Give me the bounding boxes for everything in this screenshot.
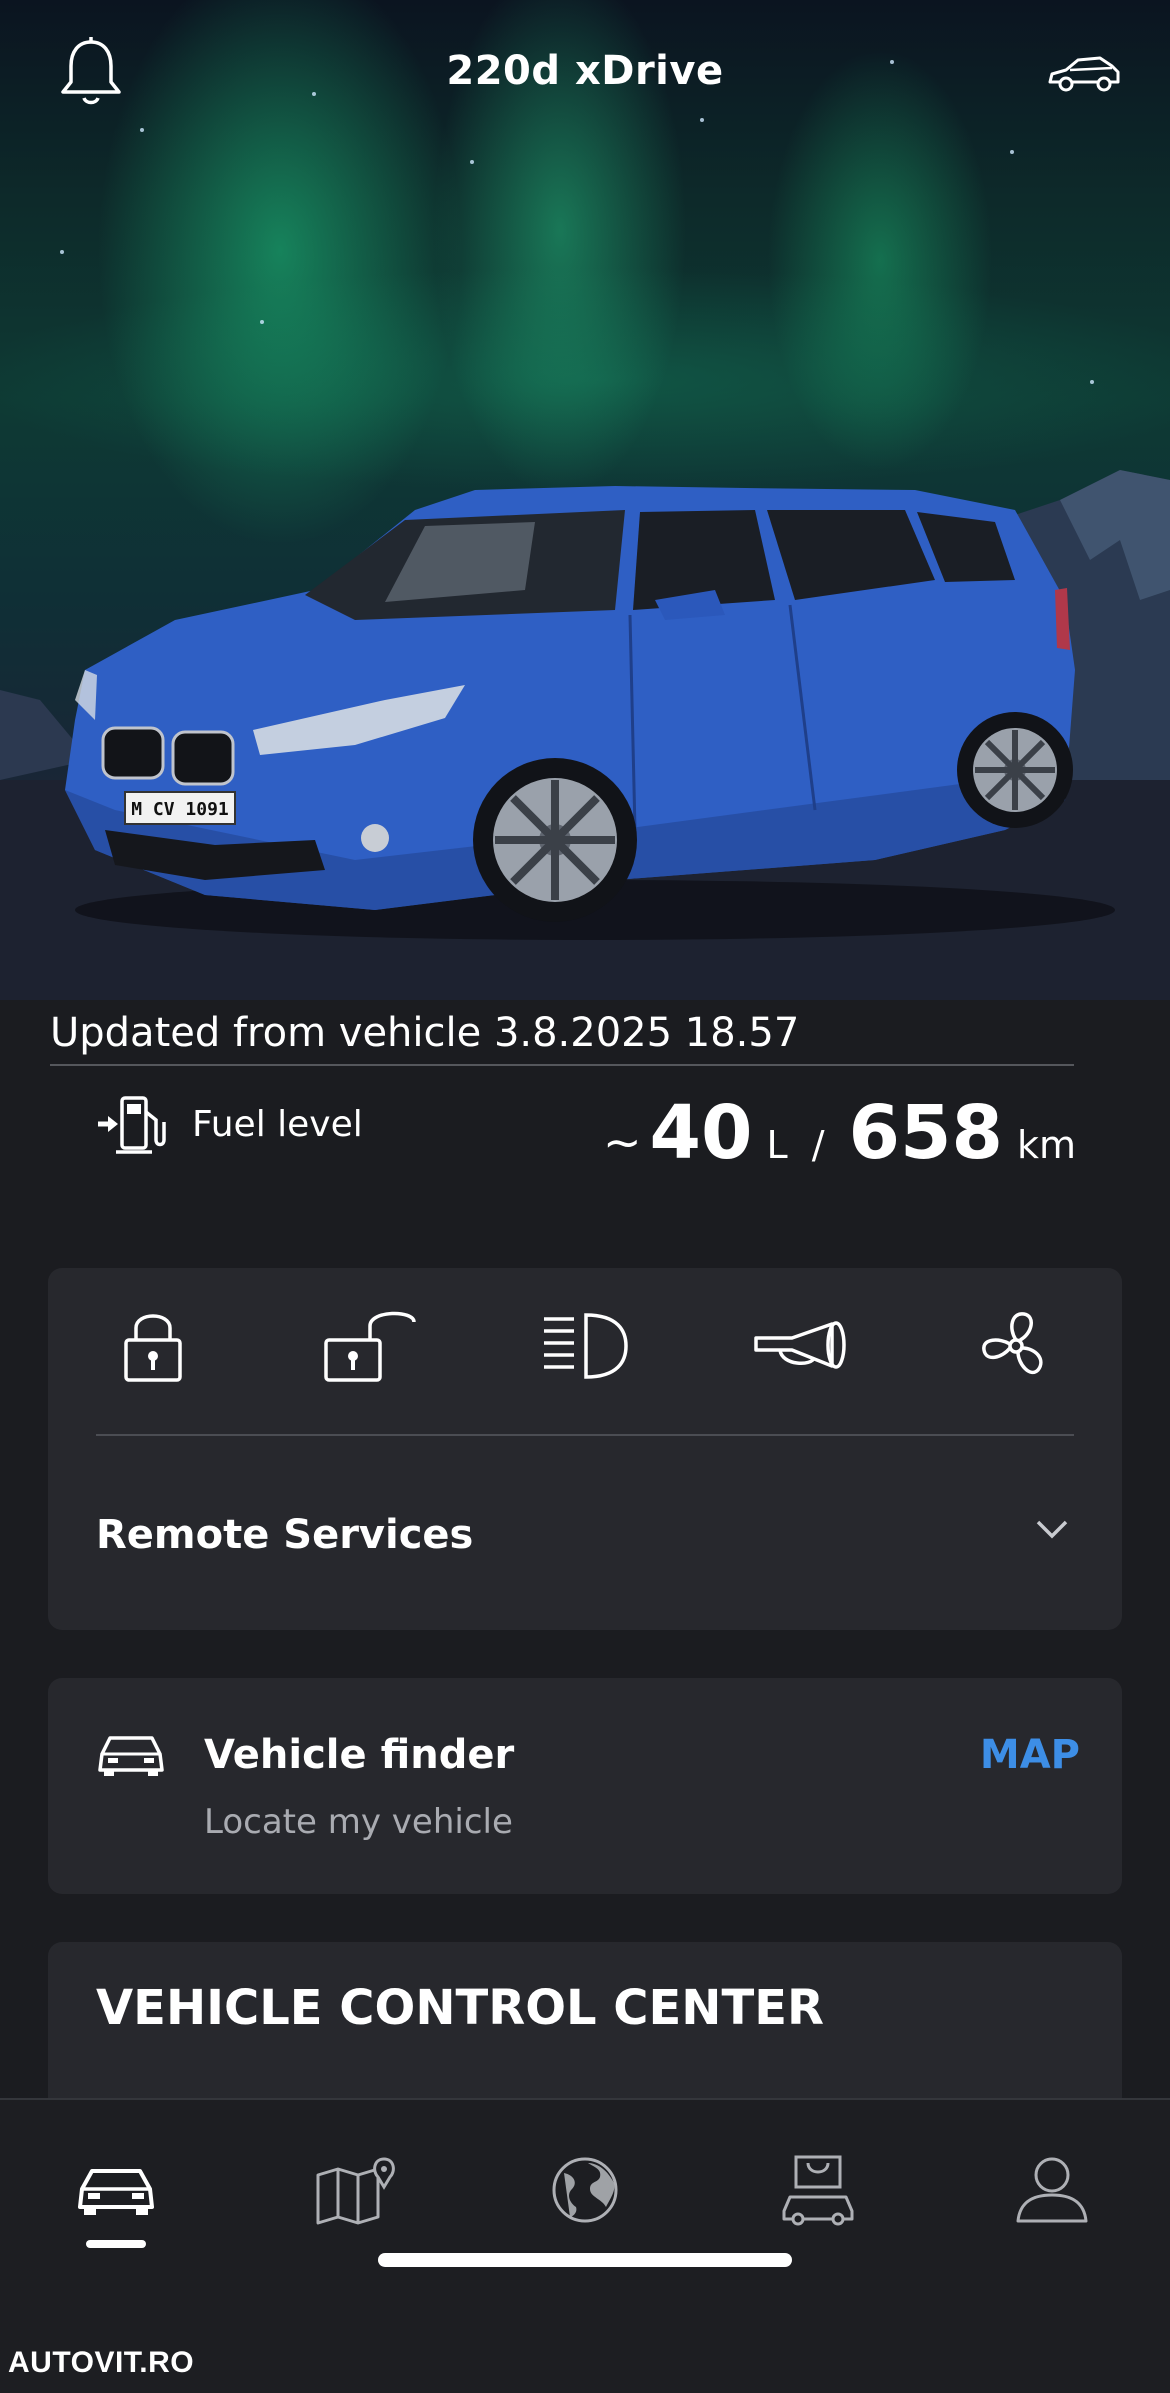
fuel-level-row: Fuel level ~ 40 L / 658 km (96, 1090, 1076, 1176)
headlight-icon (544, 1313, 628, 1379)
lock-icon (124, 1314, 182, 1382)
range-amount: 658 (848, 1090, 1003, 1176)
vehicle-image: M CV 1091 (65, 486, 1115, 940)
fuel-amount: 40 (649, 1090, 753, 1176)
profile-icon (1016, 2157, 1088, 2223)
vehicle-finder-subtitle: Locate my vehicle (204, 1802, 513, 1842)
horn-icon (754, 1321, 846, 1369)
map-pin-icon (316, 2157, 395, 2225)
nav-explore[interactable] (525, 2150, 645, 2230)
lock-button[interactable] (103, 1306, 203, 1386)
active-tab-indicator (86, 2240, 146, 2248)
remote-services-title[interactable]: Remote Services (96, 1512, 473, 1558)
unlock-icon (324, 1311, 416, 1382)
top-bar: 220d xDrive (0, 0, 1170, 150)
car-outline-icon[interactable] (1046, 52, 1122, 96)
remote-services-actions (48, 1306, 1122, 1386)
vehicle-control-center-title: VEHICLE CONTROL CENTER (96, 1980, 824, 2036)
nav-profile[interactable] (992, 2150, 1112, 2230)
fuel-level-label: Fuel level (192, 1104, 363, 1145)
vehicle-title: 220d xDrive (446, 48, 724, 94)
divider (50, 1064, 1074, 1066)
vehicle-finder-title: Vehicle finder (204, 1732, 515, 1778)
fuel-values: ~ 40 L / 658 km (603, 1090, 1076, 1176)
approx-sign: ~ (602, 1115, 642, 1169)
horn-button[interactable] (750, 1306, 850, 1386)
watermark-text: AUTOVIT.RO (8, 2346, 195, 2379)
shop-icon (782, 2155, 854, 2226)
headlight-flash-button[interactable] (535, 1306, 635, 1386)
fan-icon (982, 1312, 1043, 1374)
range-unit: km (1016, 1123, 1076, 1167)
map-link[interactable]: MAP (980, 1732, 1080, 1778)
unlock-button[interactable] (320, 1306, 420, 1386)
license-plate: M CV 1091 (131, 799, 229, 820)
nav-map[interactable] (296, 2150, 416, 2230)
globe-icon (552, 2157, 618, 2223)
fuel-unit: L (766, 1123, 788, 1167)
chevron-down-icon[interactable] (1034, 1518, 1070, 1540)
car-icon (78, 2169, 154, 2215)
ventilation-button[interactable] (966, 1306, 1066, 1386)
home-indicator[interactable] (378, 2253, 792, 2267)
vehicle-finder-card[interactable]: Vehicle finder Locate my vehicle MAP (48, 1678, 1122, 1894)
car-front-icon (98, 1736, 164, 1776)
value-separator: / (811, 1123, 825, 1167)
nav-shop[interactable] (758, 2150, 878, 2230)
remote-services-card: Remote Services (48, 1268, 1122, 1630)
fuel-pump-icon (98, 1096, 166, 1154)
divider (96, 1434, 1074, 1436)
last-updated-text: Updated from vehicle 3.8.2025 18.57 (50, 1010, 800, 1056)
nav-vehicle[interactable] (56, 2150, 176, 2230)
